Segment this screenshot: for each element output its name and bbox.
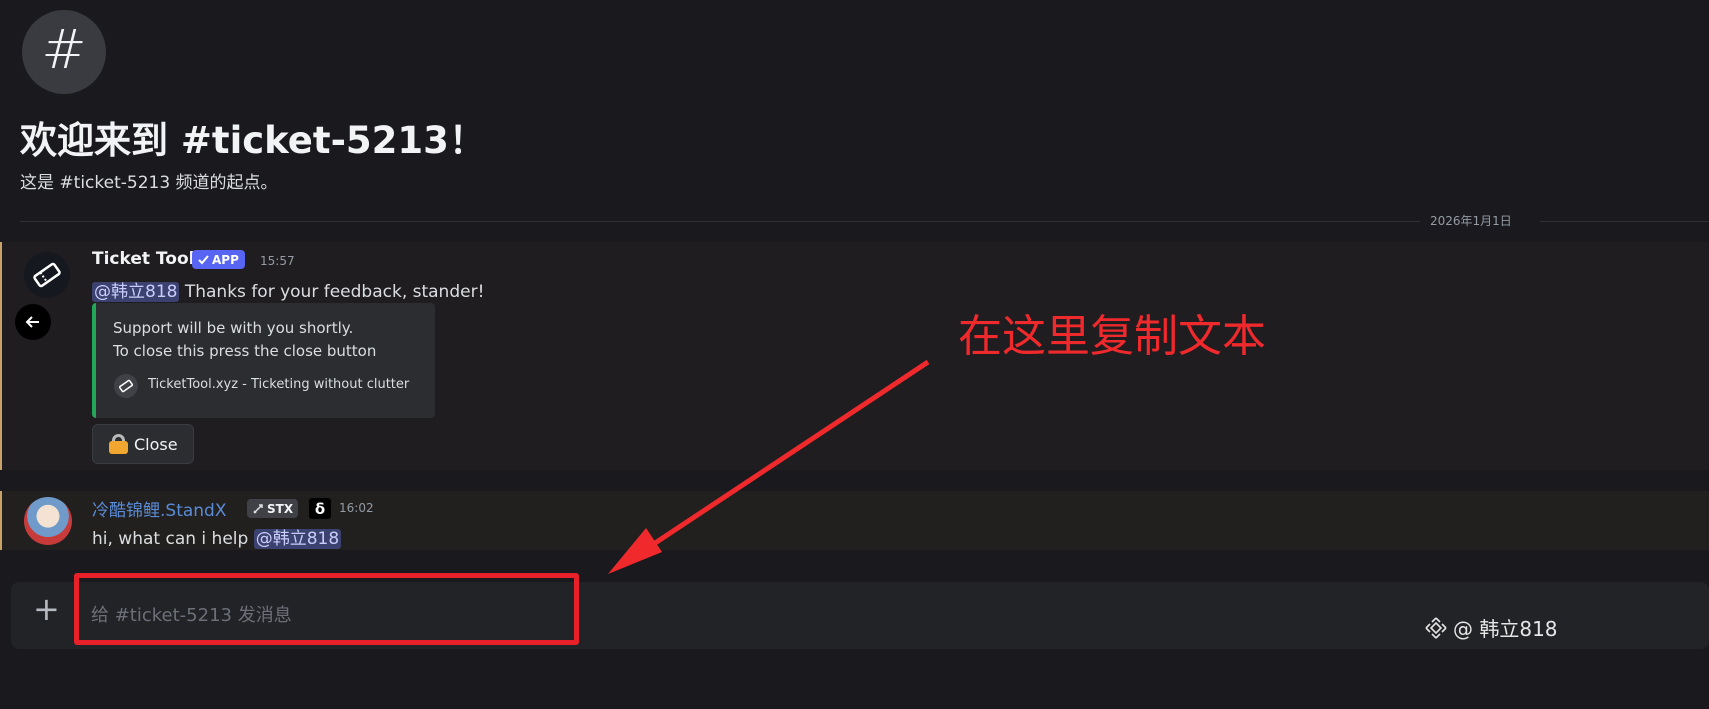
message-content: @韩立818 Thanks for your feedback, stander… [92, 277, 484, 302]
message-text: hi, what can i help [92, 529, 254, 549]
embed-footer-ticket-icon [114, 374, 138, 398]
message-content: hi, what can i help @韩立818 [92, 524, 342, 549]
sword-icon [253, 503, 263, 514]
watermark: @ 韩立818 [1425, 613, 1558, 642]
message-author[interactable]: Ticket Tool [92, 249, 194, 269]
message-timestamp[interactable]: 16:02 [339, 501, 374, 515]
embed-footer-text: TicketTool.xyz - Ticketing without clutt… [148, 377, 410, 392]
date-divider-label: 2026年1月1日 [1430, 214, 1512, 228]
server-tag-label: STX [267, 501, 294, 516]
annotation-text: 在这里复制文本 [958, 311, 1266, 362]
message-ticket-tool: Ticket Tool APP 15:57 @韩立818 Thanks for … [0, 242, 1709, 470]
message-text: Thanks for your feedback, stander! [179, 282, 485, 302]
message-author[interactable]: 冷酷锦鲤.StandX [92, 496, 227, 521]
role-icon: δ [309, 498, 331, 519]
welcome-subtitle: 这是 #ticket-5213 频道的起点。 [20, 173, 278, 193]
role-glyph: δ [314, 499, 326, 518]
date-divider-line-right [1540, 221, 1709, 222]
add-attachment-button[interactable]: + [33, 593, 60, 625]
embed-description-line-2: To close this press the close button [113, 342, 377, 360]
user-mention[interactable]: @韩立818 [253, 529, 342, 549]
server-tag-badge[interactable]: STX [247, 499, 299, 518]
close-button-label: Close [134, 434, 178, 454]
welcome-title: 欢迎来到 #ticket-5213！ [20, 119, 486, 162]
user-avatar[interactable] [24, 497, 72, 545]
arrow-left-icon [25, 316, 39, 328]
ticket-tool-avatar[interactable] [24, 252, 70, 298]
embed-description-line-1: Support will be with you shortly. [113, 319, 354, 337]
app-badge: APP [192, 250, 245, 269]
checkmark-icon [198, 255, 209, 265]
ticket-icon [33, 262, 61, 288]
close-ticket-button[interactable]: Close [92, 424, 194, 464]
binance-logo-icon [1425, 616, 1447, 639]
message-timestamp[interactable]: 15:57 [260, 254, 295, 268]
channel-hash-icon: # [22, 10, 106, 94]
message-standx: 冷酷锦鲤.StandX STX δ 16:02 hi, what can i h… [0, 491, 1709, 550]
hash-glyph: # [41, 18, 87, 81]
date-divider-line [20, 221, 1420, 222]
highlight-box [74, 573, 579, 645]
user-mention[interactable]: @韩立818 [92, 282, 180, 302]
app-badge-label: APP [212, 252, 239, 267]
lock-icon [109, 434, 128, 454]
message-embed: Support will be with you shortly. To clo… [92, 303, 435, 418]
back-arrow-button[interactable] [15, 304, 51, 340]
watermark-text: @ 韩立818 [1453, 617, 1558, 641]
